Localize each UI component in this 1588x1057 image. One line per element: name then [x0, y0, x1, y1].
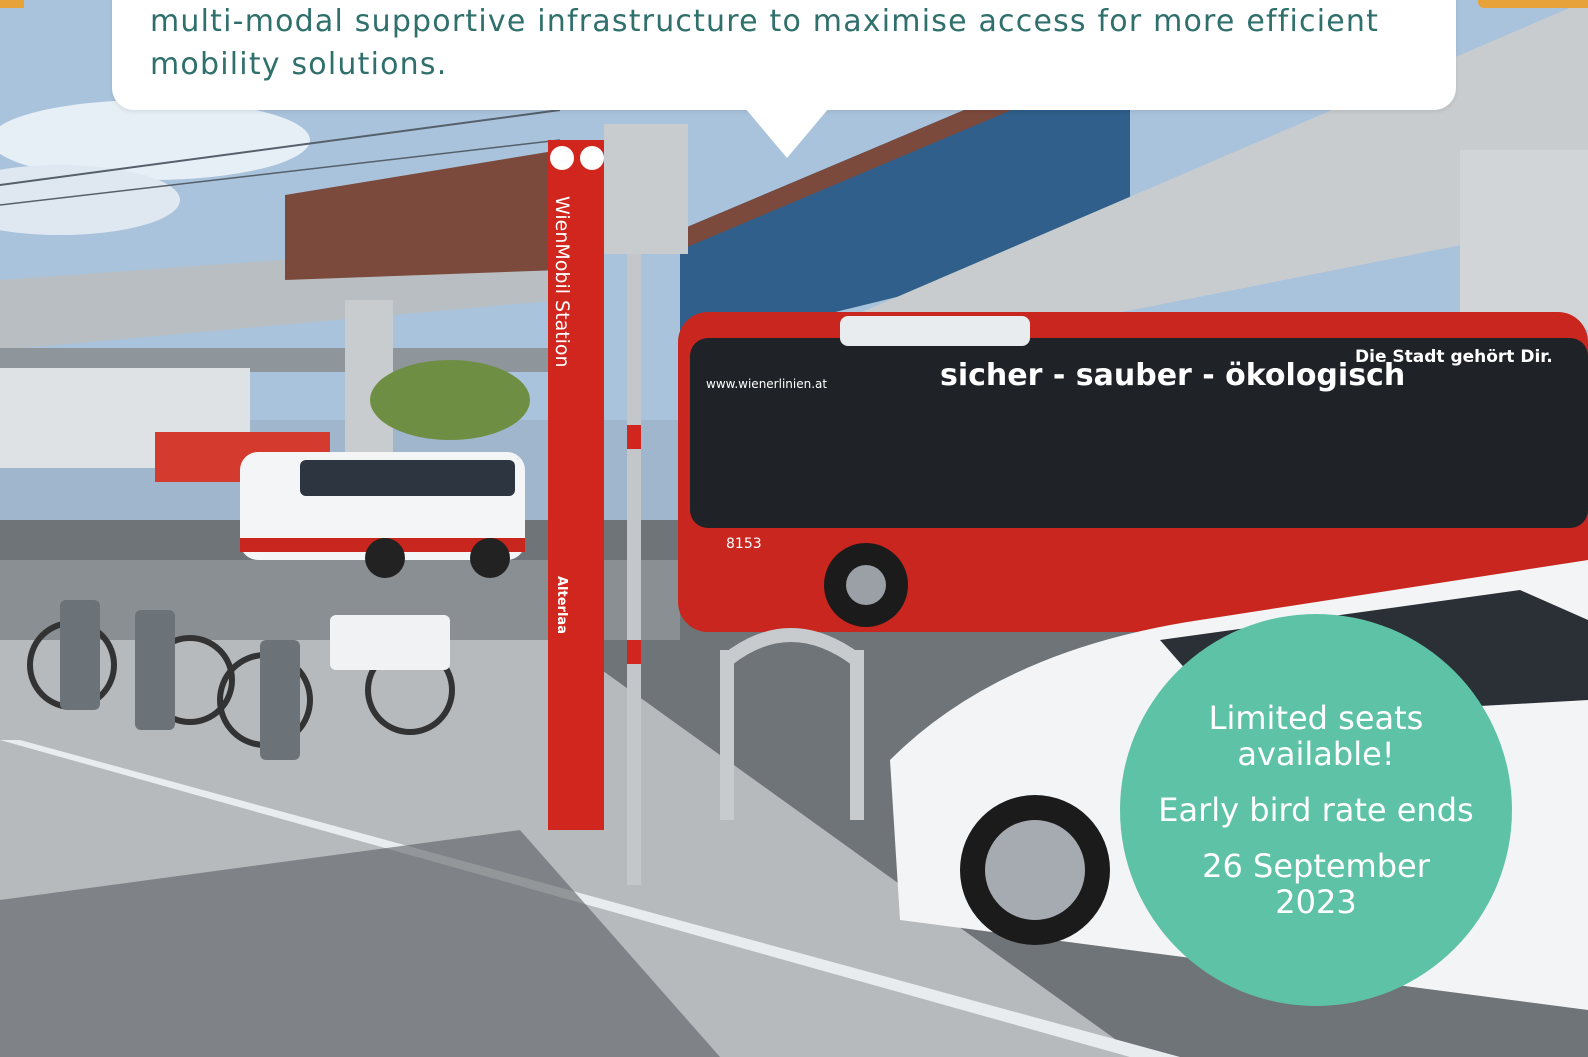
- sign-vertical-text: WienMobil Station: [551, 196, 573, 368]
- sign-stop-text: Alterlaa: [554, 576, 569, 634]
- speech-text: multi-modal supportive infrastructure to…: [150, 4, 1380, 82]
- bus-number: 8153: [726, 536, 762, 552]
- bus-slogan: sicher - sauber - ökologisch: [940, 358, 1405, 393]
- promo-line-available: available!: [1237, 735, 1395, 773]
- bus-url: www.wienerlinien.at: [706, 377, 827, 391]
- promo-line-year: 2023: [1275, 883, 1357, 921]
- accent-bar-right: [1478, 0, 1588, 8]
- promo-badge: Limited seats available! Early bird rate…: [1120, 614, 1512, 1006]
- promo-line-early-bird: Early bird rate ends: [1158, 791, 1474, 829]
- speech-bubble: multi-modal supportive infrastructure to…: [112, 0, 1456, 110]
- promo-line-limited: Limited seats: [1208, 699, 1424, 737]
- accent-bar-left: [0, 0, 24, 8]
- bus-tagline: Die Stadt gehört Dir.: [1355, 347, 1553, 367]
- promo-line-date: 26 September: [1202, 847, 1430, 885]
- speech-bubble-tail: [745, 108, 829, 158]
